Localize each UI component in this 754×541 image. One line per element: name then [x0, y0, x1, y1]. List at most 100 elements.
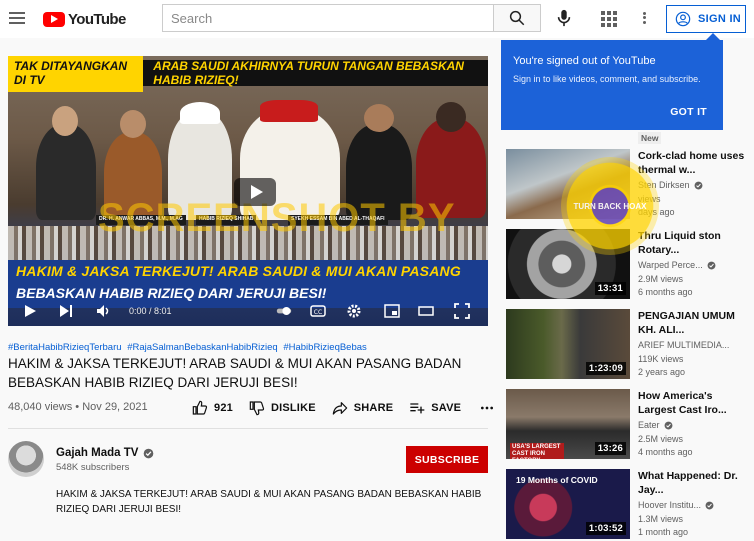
- recommended-views: 1.3M views: [638, 514, 684, 524]
- thumbs-down-icon: [249, 401, 265, 416]
- thumbnail-caption: 19 Months of COVID: [516, 475, 598, 485]
- dislike-label: DISLIKE: [270, 402, 316, 414]
- thumbnail-caption: USA'S LARGEST CAST IRON FACTORY: [510, 443, 564, 459]
- recommended-title[interactable]: PENGAJIAN UMUM KH. ALI...: [638, 309, 750, 337]
- popup-body: Sign in to like videos, comment, and sub…: [513, 74, 701, 84]
- video-duration: 1:03:52: [585, 522, 626, 535]
- share-button[interactable]: SHARE: [332, 400, 394, 416]
- more-actions-icon[interactable]: [479, 400, 495, 416]
- hoax-badge-text: TURN BACK HOAX: [573, 201, 647, 211]
- volume-icon[interactable]: [96, 303, 112, 319]
- fullscreen-icon[interactable]: [454, 303, 470, 319]
- gear-icon[interactable]: [346, 303, 362, 319]
- recommended-age: 1 month ago: [638, 527, 689, 537]
- youtube-logo[interactable]: YouTube: [43, 10, 126, 28]
- microphone-icon: [557, 9, 571, 27]
- top-header: YouTube SIGN IN: [0, 0, 754, 38]
- recommended-video[interactable]: 1:23:09 PENGAJIAN UMUM KH. ALI... ARIEF …: [506, 309, 746, 381]
- recommended-channel-name[interactable]: Hoover Institu...: [638, 500, 701, 510]
- youtube-watch-page: YouTube SIGN IN TAK DITAYANGKAN DI TV AR…: [0, 0, 754, 541]
- verified-check-icon: [664, 421, 672, 429]
- view-count: 48,040 views: [8, 401, 73, 413]
- recommended-age: 2 years ago: [638, 367, 686, 377]
- recommended-thumbnail[interactable]: USA'S LARGEST CAST IRON FACTORY 13:26: [506, 389, 630, 459]
- next-video-icon[interactable]: [58, 303, 74, 319]
- recommended-title[interactable]: How America's Largest Cast Iro...: [638, 389, 750, 417]
- search-button[interactable]: [493, 4, 541, 32]
- recommended-title[interactable]: What Happened: Dr. Jay...: [638, 469, 750, 497]
- video-duration: 13:31: [594, 282, 626, 295]
- subscriber-count: 548K subscribers: [56, 462, 130, 473]
- section-divider: [8, 428, 488, 429]
- recommended-channel[interactable]: Hoover Institu...: [638, 500, 714, 510]
- svg-text:CC: CC: [314, 309, 322, 316]
- recommended-thumbnail[interactable]: 1:23:09: [506, 309, 630, 379]
- settings-more-icon[interactable]: [637, 9, 651, 27]
- logo-text: YouTube: [68, 10, 126, 28]
- apps-grid-icon[interactable]: [599, 9, 617, 27]
- video-actions: 921 DISLIKE SHARE SAVE: [192, 400, 495, 416]
- recommended-channel[interactable]: ARIEF MULTIMEDIA...: [638, 340, 729, 350]
- voice-search-button[interactable]: [552, 6, 576, 30]
- recommended-video[interactable]: USA'S LARGEST CAST IRON FACTORY 13:26 Ho…: [506, 389, 746, 461]
- video-duration: 13:26: [594, 442, 626, 455]
- channel-name-row[interactable]: Gajah Mada TV: [56, 447, 154, 459]
- got-it-button[interactable]: GOT IT: [670, 106, 707, 118]
- channel-avatar[interactable]: [8, 441, 44, 477]
- video-description: HAKIM & JAKSA TERKEJUT! ARAB SAUDI & MUI…: [56, 489, 482, 515]
- upload-date: Nov 29, 2021: [82, 401, 148, 413]
- thumbs-up-icon: [192, 400, 208, 415]
- screenshot-watermark: SCREENSHOT BY: [98, 196, 456, 240]
- search-input[interactable]: [171, 10, 485, 26]
- verified-check-icon: [694, 181, 702, 189]
- hashtag-link[interactable]: #RajaSalmanBebaskanHabibRizieq: [127, 342, 278, 353]
- channel-name[interactable]: Gajah Mada TV: [56, 447, 138, 459]
- hashtag-link[interactable]: #BeritaHabibRizieqTerbaru: [8, 342, 122, 353]
- hashtag-link[interactable]: #HabibRizieqBebas: [283, 342, 366, 353]
- save-label: SAVE: [431, 402, 462, 414]
- sign-in-button[interactable]: SIGN IN: [666, 5, 746, 33]
- recommended-title[interactable]: Thru Liquid ston Rotary...: [638, 229, 750, 257]
- miniplayer-icon[interactable]: [384, 303, 400, 319]
- popup-title: You're signed out of YouTube: [513, 55, 656, 67]
- autoplay-toggle-icon[interactable]: [276, 303, 292, 319]
- like-button[interactable]: 921: [192, 400, 233, 416]
- recommended-age: 6 months ago: [638, 287, 693, 297]
- recommended-channel-name[interactable]: Eater: [638, 420, 660, 430]
- recommended-channel-name[interactable]: ARIEF MULTIMEDIA...: [638, 340, 729, 350]
- share-label: SHARE: [353, 402, 394, 414]
- youtube-play-logo-icon: [43, 11, 65, 27]
- recommended-channel[interactable]: Warped Perce...: [638, 260, 716, 270]
- play-button-icon[interactable]: [22, 303, 38, 319]
- save-button[interactable]: SAVE: [409, 400, 461, 416]
- hashtag-list: #BeritaHabibRizieqTerbaru #RajaSalmanBeb…: [8, 342, 370, 353]
- user-circle-icon: [675, 11, 691, 27]
- search-icon: [509, 10, 525, 26]
- theater-mode-icon[interactable]: [418, 303, 434, 319]
- dislike-button[interactable]: DISLIKE: [249, 400, 316, 416]
- search-box[interactable]: [162, 4, 494, 32]
- sign-in-label: SIGN IN: [698, 13, 742, 25]
- captions-icon[interactable]: CC: [310, 303, 326, 319]
- subscribe-button[interactable]: SUBSCRIBE: [406, 446, 488, 473]
- recommended-channel[interactable]: Eater: [638, 420, 673, 430]
- verified-check-icon: [705, 501, 714, 509]
- menu-icon[interactable]: [8, 9, 26, 27]
- like-count: 921: [214, 402, 233, 414]
- share-icon: [332, 402, 348, 415]
- new-badge: New: [638, 132, 662, 144]
- recommended-age: 4 months ago: [638, 447, 693, 457]
- recommended-views: 2.9M views: [638, 274, 684, 284]
- video-duration: 1:23:09: [585, 362, 626, 375]
- play-icon[interactable]: [234, 178, 276, 206]
- recommended-thumbnail[interactable]: 19 Months of COVID 1:03:52: [506, 469, 630, 539]
- turn-back-hoax-badge: TURN BACK HOAX: [561, 157, 659, 255]
- video-top-banner: TAK DITAYANGKAN DI TV ARAB SAUDI AKHIRNY…: [8, 56, 488, 92]
- recommended-title[interactable]: Cork-clad home uses thermal w...: [638, 149, 750, 177]
- recommended-video[interactable]: 19 Months of COVID 1:03:52 What Happened…: [506, 469, 746, 541]
- video-player[interactable]: TAK DITAYANGKAN DI TV ARAB SAUDI AKHIRNY…: [8, 56, 488, 326]
- recommended-views: 2.5M views: [638, 434, 684, 444]
- banner-left-text: TAK DITAYANGKAN DI TV: [8, 56, 144, 92]
- recommended-channel-name[interactable]: Warped Perce...: [638, 260, 703, 270]
- verified-check-icon: [707, 261, 716, 269]
